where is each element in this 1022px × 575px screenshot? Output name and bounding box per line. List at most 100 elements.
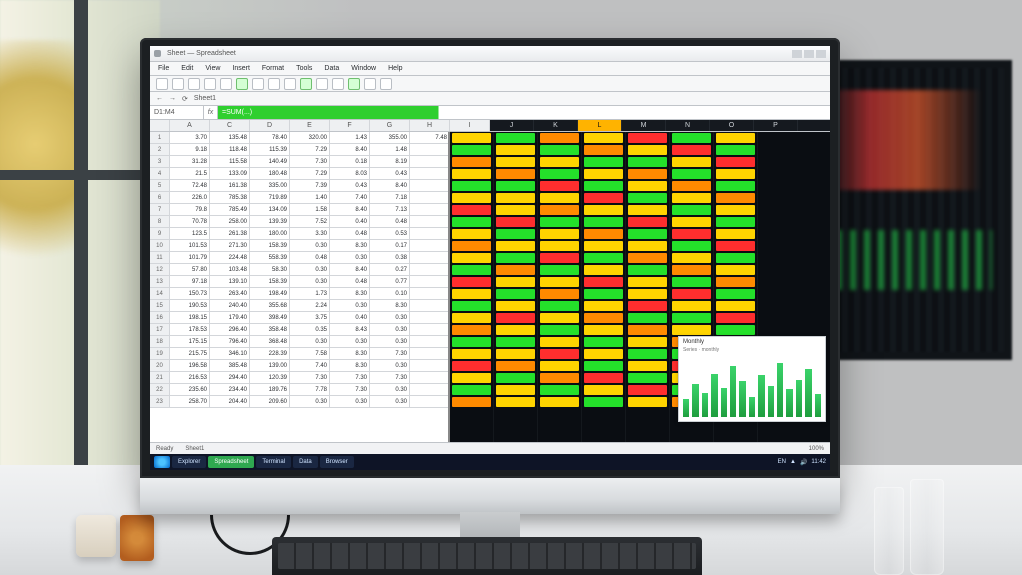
heat-cell[interactable] (494, 204, 537, 216)
cell[interactable] (410, 228, 448, 239)
heat-cell[interactable] (714, 180, 757, 192)
cell[interactable]: 8.40 (330, 204, 370, 215)
heat-cell[interactable] (670, 276, 713, 288)
heat-cell[interactable] (538, 372, 581, 384)
heat-cell[interactable] (626, 276, 669, 288)
heat-cell[interactable] (450, 360, 493, 372)
cell[interactable]: 7.18 (370, 192, 410, 203)
heat-cell[interactable] (670, 144, 713, 156)
col-header-F[interactable]: F (330, 120, 370, 131)
toolbar-button[interactable] (204, 78, 216, 90)
heat-cell[interactable] (714, 132, 757, 144)
row-number[interactable]: 5 (150, 180, 170, 191)
cell[interactable]: 796.40 (210, 336, 250, 347)
cell[interactable] (410, 144, 448, 155)
row-number[interactable]: 18 (150, 336, 170, 347)
heat-cell[interactable] (714, 168, 757, 180)
heat-cell[interactable] (670, 324, 713, 336)
cell[interactable]: 226.0 (170, 192, 210, 203)
heat-cell[interactable] (626, 348, 669, 360)
heat-cell[interactable] (670, 228, 713, 240)
cell[interactable]: 97.18 (170, 276, 210, 287)
cell[interactable]: 0.17 (370, 240, 410, 251)
os-taskbar[interactable]: ExplorerSpreadsheetTerminalDataBrowser E… (150, 454, 830, 470)
heat-cell[interactable] (494, 360, 537, 372)
cell[interactable]: 175.15 (170, 336, 210, 347)
heat-cell[interactable] (714, 324, 757, 336)
heat-cell[interactable] (714, 300, 757, 312)
cell[interactable]: 78.40 (250, 132, 290, 143)
cell[interactable]: 0.35 (290, 324, 330, 335)
formula-bar[interactable]: D1:M4 fx =SUM(...) (150, 106, 830, 120)
table-row[interactable]: 20196.58385.48139.007.408.300.300.30 (150, 360, 448, 372)
cell[interactable]: 234.40 (210, 384, 250, 395)
heat-cell[interactable] (538, 132, 581, 144)
cell[interactable] (410, 216, 448, 227)
heat-column[interactable] (626, 132, 670, 442)
toolbar-button[interactable] (316, 78, 328, 90)
row-number[interactable]: 21 (150, 372, 170, 383)
heat-cell[interactable] (714, 204, 757, 216)
cell[interactable]: 58.30 (250, 264, 290, 275)
heat-cell[interactable] (626, 396, 669, 408)
heat-cell[interactable] (538, 336, 581, 348)
row-number[interactable]: 17 (150, 324, 170, 335)
menu-tools[interactable]: Tools (296, 65, 312, 72)
cell[interactable]: 139.39 (250, 216, 290, 227)
heat-cell[interactable] (626, 300, 669, 312)
toolbar-button[interactable] (300, 78, 312, 90)
heat-cell[interactable] (626, 312, 669, 324)
heat-column[interactable] (582, 132, 626, 442)
heat-cell[interactable] (626, 324, 669, 336)
table-row[interactable]: 421.5133.09180.487.298.030.430.30 (150, 168, 448, 180)
heat-cell[interactable] (714, 276, 757, 288)
col-header-J[interactable]: J (490, 120, 534, 131)
toolbar-button[interactable] (156, 78, 168, 90)
cell[interactable] (410, 180, 448, 191)
heat-cell[interactable] (538, 144, 581, 156)
cell[interactable]: 258.70 (170, 396, 210, 407)
cell[interactable]: 1.40 (290, 192, 330, 203)
heat-cell[interactable] (450, 204, 493, 216)
cell[interactable]: 228.39 (250, 348, 290, 359)
table-row[interactable]: 1397.18139.10158.390.300.480.770.30 (150, 276, 448, 288)
nav-bar[interactable]: ← → ⟳ Sheet1 (150, 92, 830, 106)
formula-input[interactable]: =SUM(...) (218, 106, 830, 119)
reload-button[interactable]: ⟳ (182, 95, 188, 103)
heat-cell[interactable] (538, 396, 581, 408)
heat-cell[interactable] (582, 336, 625, 348)
table-row[interactable]: 572.48161.38335.007.390.438.4011.00 (150, 180, 448, 192)
cell[interactable]: 21.5 (170, 168, 210, 179)
heat-cell[interactable] (494, 240, 537, 252)
row-number[interactable]: 19 (150, 348, 170, 359)
heat-cell[interactable] (538, 204, 581, 216)
cell[interactable]: 123.5 (170, 228, 210, 239)
cell[interactable]: 0.43 (330, 180, 370, 191)
cell[interactable]: 115.39 (250, 144, 290, 155)
cell[interactable]: 7.29 (290, 144, 330, 155)
heat-cell[interactable] (582, 180, 625, 192)
cell[interactable]: 0.30 (330, 300, 370, 311)
cell[interactable]: 368.48 (250, 336, 290, 347)
heat-cell[interactable] (626, 144, 669, 156)
row-number[interactable]: 8 (150, 216, 170, 227)
heat-cell[interactable] (538, 228, 581, 240)
heat-cell[interactable] (714, 252, 757, 264)
cell[interactable]: 0.27 (370, 264, 410, 275)
toolbar-button[interactable] (348, 78, 360, 90)
system-tray[interactable]: EN▲🔊11:42 (778, 459, 826, 466)
heat-cell[interactable] (626, 372, 669, 384)
cell[interactable]: 0.30 (290, 264, 330, 275)
table-row[interactable]: 331.28115.58140.497.300.188.196.40 (150, 156, 448, 168)
cell[interactable]: 346.10 (210, 348, 250, 359)
taskbar-item[interactable]: Terminal (256, 456, 291, 468)
cell[interactable]: 120.39 (250, 372, 290, 383)
heat-cell[interactable] (450, 252, 493, 264)
cell[interactable]: 8.30 (330, 288, 370, 299)
heat-cell[interactable] (494, 168, 537, 180)
heatmap-panel[interactable]: Monthly Series · monthly (450, 132, 830, 442)
cell[interactable]: 115.58 (210, 156, 250, 167)
menu-data[interactable]: Data (324, 65, 339, 72)
table-row[interactable]: 15190.53240.40355.682.240.308.300.30 (150, 300, 448, 312)
cell[interactable] (410, 384, 448, 395)
